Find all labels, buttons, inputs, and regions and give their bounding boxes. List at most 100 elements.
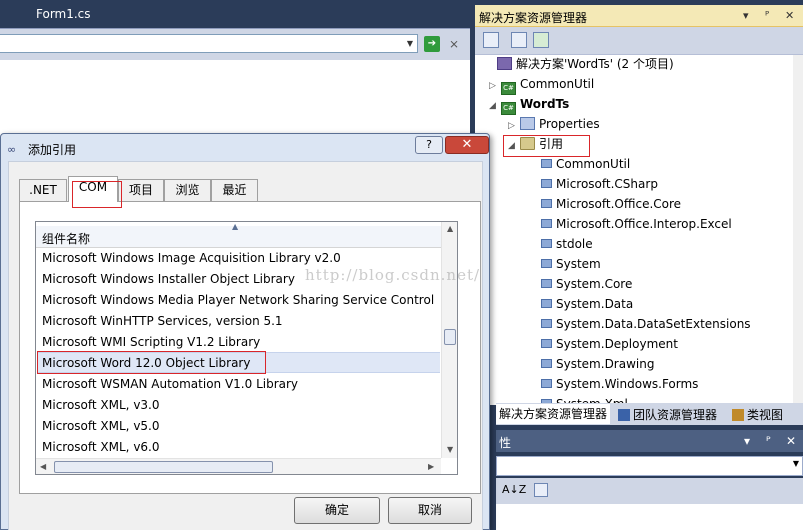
list-item[interactable]: Microsoft XML, v6.0 [42, 437, 440, 458]
tab-projects[interactable]: 项目 [118, 179, 164, 201]
class-view-icon [732, 409, 744, 421]
chevron-down-icon[interactable]: ▼ [793, 459, 799, 468]
pin-icon[interactable]: ᴾ [766, 434, 771, 448]
component-list[interactable]: ▲ 组件名称 Microsoft Windows Image Acquisiti… [35, 221, 458, 475]
property-pages-icon[interactable] [534, 483, 548, 497]
tree-node[interactable]: 解决方案'WordTs' (2 个项目) [485, 55, 674, 75]
tab-browse[interactable]: 浏览 [164, 179, 211, 201]
tree-node[interactable]: ◢ C# WordTs [489, 95, 569, 115]
member-dropdown[interactable]: ▼ [0, 34, 418, 53]
tree-node[interactable]: Microsoft.Office.Core [527, 195, 681, 215]
list-item[interactable]: Microsoft XML, v5.0 [42, 416, 440, 437]
scroll-left-icon[interactable]: ◀ [40, 462, 46, 471]
panel-dropdown-icon[interactable]: ▾ [744, 434, 750, 448]
horizontal-scroll-thumb[interactable] [54, 461, 273, 473]
tree-node[interactable]: System.Core [527, 275, 632, 295]
properties-object-dropdown[interactable]: ▼ [496, 456, 803, 476]
tree-node[interactable]: Microsoft.Office.Interop.Excel [527, 215, 732, 235]
tree-node-label: Microsoft.Office.Interop.Excel [556, 217, 732, 231]
tree-node-label: stdole [556, 237, 593, 251]
solution-explorer-toolbar [475, 27, 803, 55]
highlight-box-word-library [37, 351, 266, 374]
expand-toggle-icon[interactable]: ▷ [508, 117, 520, 135]
go-arrow-icon[interactable]: ➔ [424, 36, 440, 52]
csharp-project-icon: C# [501, 82, 516, 95]
reference-icon [541, 319, 552, 328]
reference-icon [541, 359, 552, 368]
solution-tree: 解决方案'WordTs' (2 个项目) ▷ C# CommonUtil ◢ C# Word… [475, 55, 793, 405]
tree-node[interactable]: Microsoft.CSharp [527, 175, 658, 195]
tree-node-label: System.Windows.Forms [556, 377, 699, 391]
dialog-title: 添加引用 [28, 143, 77, 157]
highlight-box-references [503, 135, 590, 157]
tree-node[interactable]: System [527, 255, 601, 275]
cancel-button[interactable]: 取消 [388, 497, 472, 524]
clear-icon[interactable]: ⨯ [446, 36, 462, 52]
list-item[interactable]: Microsoft WinHTTP Services, version 5.1 [42, 311, 440, 332]
reference-icon [541, 279, 552, 288]
tree-node-label: CommonUtil [556, 157, 631, 171]
list-item[interactable]: Microsoft XML, v3.0 [42, 395, 440, 416]
list-item[interactable]: Microsoft WSMAN Automation V1.0 Library [42, 374, 440, 395]
show-all-files-icon[interactable] [511, 32, 527, 48]
com-tab-panel: ▲ 组件名称 Microsoft Windows Image Acquisiti… [19, 201, 481, 494]
tab-dotnet[interactable]: .NET [19, 179, 67, 201]
tree-node-label: System [556, 257, 601, 271]
refresh-icon[interactable] [533, 32, 549, 48]
close-button[interactable]: ✕ [445, 136, 489, 154]
reference-icon [541, 219, 552, 228]
list-vertical-scrollbar[interactable]: ▲ ▼ [441, 222, 457, 458]
tree-node[interactable]: System.Data.DataSetExtensions [527, 315, 751, 335]
tree-node[interactable]: ▷ Properties [508, 115, 600, 135]
tree-node-label: 解决方案'WordTs' (2 个项目) [516, 57, 674, 71]
list-horizontal-scrollbar[interactable]: ◀ ▶ [36, 458, 441, 474]
help-button[interactable]: ? [415, 136, 443, 154]
scroll-down-icon[interactable]: ▼ [447, 445, 453, 454]
tab-team-explorer[interactable]: 团队资源管理器 [618, 406, 717, 423]
panel-dropdown-icon[interactable]: ▾ [743, 9, 749, 22]
properties-icon[interactable] [483, 32, 499, 48]
tree-node-label: System.Drawing [556, 357, 655, 371]
solution-explorer-titlebar: 解决方案资源管理器 ▾ ᴾ ✕ [475, 5, 803, 27]
tree-node-label: System.Core [556, 277, 633, 291]
properties-titlebar: 性 ▾ ᴾ ✕ [496, 430, 803, 452]
sort-alphabetical-icon[interactable]: A↓Z [502, 483, 526, 496]
tree-node[interactable]: System.Deployment [527, 335, 678, 355]
reference-icon [541, 199, 552, 208]
expand-toggle-icon[interactable]: ◢ [489, 97, 501, 115]
tab-recent[interactable]: 最近 [211, 179, 258, 201]
properties-toolbar: A↓Z [496, 478, 803, 504]
properties-grid [496, 504, 803, 530]
list-item[interactable]: Microsoft Windows Media Player Network S… [42, 290, 440, 311]
tree-node-label: Properties [539, 117, 600, 131]
vertical-scroll-thumb[interactable] [444, 329, 456, 345]
close-icon[interactable]: ✕ [786, 434, 796, 448]
tab-class-view[interactable]: 类视图 [732, 406, 783, 423]
column-header[interactable]: ▲ 组件名称 [36, 222, 442, 248]
tree-node[interactable]: stdole [527, 235, 593, 255]
reference-icon [541, 379, 552, 388]
panel-title: 性 [499, 436, 512, 450]
reference-icon [541, 179, 552, 188]
list-item[interactable]: Microsoft WMI Scripting V1.2 Library [42, 332, 440, 353]
pin-icon[interactable]: ᴾ [765, 9, 769, 22]
expand-toggle-icon[interactable]: ▷ [489, 77, 501, 95]
ok-button[interactable]: 确定 [294, 497, 380, 524]
reference-icon [541, 339, 552, 348]
tree-node[interactable]: System.Data [527, 295, 633, 315]
dialog-app-icon: ∞ [7, 143, 17, 156]
scroll-up-icon[interactable]: ▲ [447, 224, 453, 233]
scroll-right-icon[interactable]: ▶ [428, 462, 434, 471]
solution-tree-scrollbar[interactable] [793, 55, 803, 405]
highlight-box-com-tab [72, 181, 122, 208]
tree-node[interactable]: CommonUtil [527, 155, 630, 175]
tab-solution-explorer[interactable]: 解决方案资源管理器 [496, 404, 611, 424]
tree-node[interactable]: System.Windows.Forms [527, 375, 698, 395]
close-icon[interactable]: ✕ [785, 9, 794, 22]
reference-icon [541, 299, 552, 308]
tree-node[interactable]: ▷ C# CommonUtil [489, 75, 594, 95]
tree-node-label: Microsoft.Office.Core [556, 197, 682, 211]
editor-tab-form1[interactable]: Form1.cs [36, 7, 91, 21]
chevron-down-icon[interactable]: ▼ [403, 35, 417, 52]
tree-node[interactable]: System.Drawing [527, 355, 654, 375]
